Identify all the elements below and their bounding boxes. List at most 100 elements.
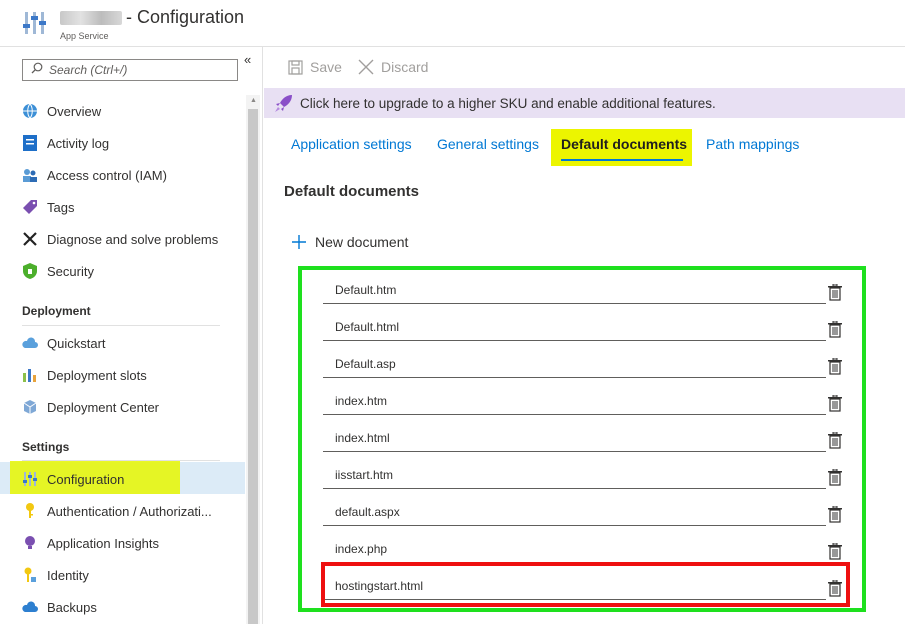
sidebar-item-label: Overview bbox=[47, 103, 102, 119]
sidebar-item-security[interactable]: Security bbox=[0, 256, 245, 286]
sidebar-item-label: Tags bbox=[47, 199, 75, 215]
sidebar-item-application-insights[interactable]: Application Insights bbox=[0, 528, 245, 558]
delete-trash-icon[interactable] bbox=[828, 468, 842, 486]
document-name-field[interactable]: index.html bbox=[323, 428, 826, 452]
sidebar-item-quickstart[interactable]: Quickstart bbox=[0, 328, 245, 358]
sidebar-item-label: Identity bbox=[47, 567, 89, 583]
sidebar-item-deployment-center[interactable]: Deployment Center bbox=[0, 392, 245, 422]
section-deployment: Deployment bbox=[22, 304, 91, 318]
tab-general-settings[interactable]: General settings bbox=[437, 136, 539, 152]
plus-icon bbox=[291, 234, 307, 250]
document-row: default.aspx bbox=[323, 502, 853, 526]
sidebar-item-label: Security bbox=[47, 263, 94, 279]
key-icon bbox=[22, 503, 38, 519]
discard-label: Discard bbox=[381, 59, 429, 75]
save-label: Save bbox=[310, 59, 342, 75]
document-row: iisstart.htm bbox=[323, 465, 853, 489]
page-header: - Configuration App Service bbox=[0, 0, 905, 47]
tab-path-mappings[interactable]: Path mappings bbox=[706, 136, 799, 152]
document-name-field[interactable]: Default.html bbox=[323, 317, 826, 341]
sidebar-item-label: Backups bbox=[47, 599, 97, 615]
backup-cloud-icon bbox=[22, 599, 38, 615]
close-icon bbox=[358, 59, 374, 75]
tag-icon bbox=[22, 199, 38, 215]
save-icon bbox=[288, 59, 303, 75]
new-document-button[interactable]: New document bbox=[291, 234, 408, 250]
sidebar-item-label: Configuration bbox=[47, 471, 125, 487]
lightbulb-icon bbox=[22, 535, 38, 551]
section-settings: Settings bbox=[22, 440, 70, 454]
cube-icon bbox=[22, 399, 38, 415]
sidebar-item-label: Activity log bbox=[47, 135, 110, 151]
delete-trash-icon[interactable] bbox=[828, 542, 842, 560]
sidebar-search[interactable] bbox=[22, 59, 238, 81]
sidebar: « ▲ Overview Activity log Access control… bbox=[0, 47, 263, 624]
document-name-field[interactable]: index.htm bbox=[323, 391, 826, 415]
app-service-sliders-icon bbox=[22, 10, 48, 36]
document-row: Default.asp bbox=[323, 354, 853, 378]
banner-text: Click here to upgrade to a higher SKU an… bbox=[300, 95, 716, 111]
document-name-field[interactable]: default.aspx bbox=[323, 502, 826, 526]
slots-icon bbox=[22, 367, 38, 383]
page-title: - Configuration bbox=[126, 7, 245, 27]
sidebar-item-tags[interactable]: Tags bbox=[0, 192, 245, 222]
sidebar-item-label: Application Insights bbox=[47, 535, 160, 551]
wrench-icon bbox=[22, 231, 38, 247]
delete-trash-icon[interactable] bbox=[828, 320, 842, 338]
tab-default-documents[interactable]: Default documents bbox=[561, 136, 687, 152]
delete-trash-icon[interactable] bbox=[828, 357, 842, 375]
collapse-sidebar-button[interactable]: « bbox=[244, 52, 251, 67]
sidebar-scroll-thumb[interactable] bbox=[248, 109, 258, 624]
delete-trash-icon[interactable] bbox=[828, 283, 842, 301]
document-row: index.html bbox=[323, 428, 853, 452]
active-tab-underline bbox=[561, 159, 683, 161]
document-row: index.php bbox=[323, 539, 853, 563]
sidebar-item-label: Deployment slots bbox=[47, 367, 147, 383]
document-name-field[interactable]: index.php bbox=[323, 539, 826, 563]
new-document-label: New document bbox=[315, 234, 409, 250]
sidebar-item-diagnose[interactable]: Diagnose and solve problems bbox=[0, 224, 245, 254]
page-subtitle: App Service bbox=[60, 31, 109, 41]
document-name-field[interactable]: iisstart.htm bbox=[323, 465, 826, 489]
activity-log-icon bbox=[22, 135, 38, 151]
delete-trash-icon[interactable] bbox=[828, 394, 842, 412]
document-name-field[interactable]: Default.htm bbox=[323, 280, 826, 304]
sidebar-item-identity[interactable]: Identity bbox=[0, 560, 245, 590]
cloud-icon bbox=[22, 335, 38, 351]
sidebar-item-label: Authentication / Authorizati... bbox=[47, 503, 212, 519]
globe-icon bbox=[22, 103, 38, 119]
document-row: Default.htm bbox=[323, 280, 853, 304]
identity-key-icon bbox=[22, 567, 38, 583]
redacted-app-name bbox=[60, 10, 122, 25]
people-icon bbox=[22, 167, 38, 183]
save-button[interactable]: Save bbox=[288, 59, 342, 75]
section-divider bbox=[22, 325, 220, 326]
scroll-up-arrow-icon[interactable]: ▲ bbox=[250, 97, 257, 104]
document-row: Default.html bbox=[323, 317, 853, 341]
sidebar-item-overview[interactable]: Overview bbox=[0, 96, 245, 126]
rocket-icon bbox=[274, 93, 294, 113]
document-name-field[interactable]: Default.asp bbox=[323, 354, 826, 378]
sidebar-item-label: Access control (IAM) bbox=[47, 167, 167, 183]
upgrade-banner[interactable]: Click here to upgrade to a higher SKU an… bbox=[264, 88, 905, 118]
sliders-icon bbox=[22, 471, 38, 487]
search-icon bbox=[31, 61, 43, 79]
hostingstart-highlight bbox=[321, 562, 850, 607]
sidebar-item-label: Deployment Center bbox=[47, 399, 159, 415]
delete-trash-icon[interactable] bbox=[828, 431, 842, 449]
command-bar: Save Discard bbox=[263, 47, 905, 87]
discard-button[interactable]: Discard bbox=[358, 59, 428, 75]
sidebar-item-activity-log[interactable]: Activity log bbox=[0, 128, 245, 158]
sidebar-item-configuration[interactable]: Configuration bbox=[0, 464, 245, 494]
tab-application-settings[interactable]: Application settings bbox=[291, 136, 412, 152]
shield-icon bbox=[22, 263, 38, 279]
delete-trash-icon[interactable] bbox=[828, 505, 842, 523]
sidebar-item-backups[interactable]: Backups bbox=[0, 592, 245, 622]
section-title: Default documents bbox=[284, 183, 420, 200]
sidebar-item-access-control[interactable]: Access control (IAM) bbox=[0, 160, 245, 190]
sidebar-item-authentication[interactable]: Authentication / Authorizati... bbox=[0, 496, 245, 526]
sidebar-item-label: Quickstart bbox=[47, 335, 106, 351]
search-input[interactable] bbox=[49, 63, 229, 77]
document-row: index.htm bbox=[323, 391, 853, 415]
sidebar-item-deployment-slots[interactable]: Deployment slots bbox=[0, 360, 245, 390]
